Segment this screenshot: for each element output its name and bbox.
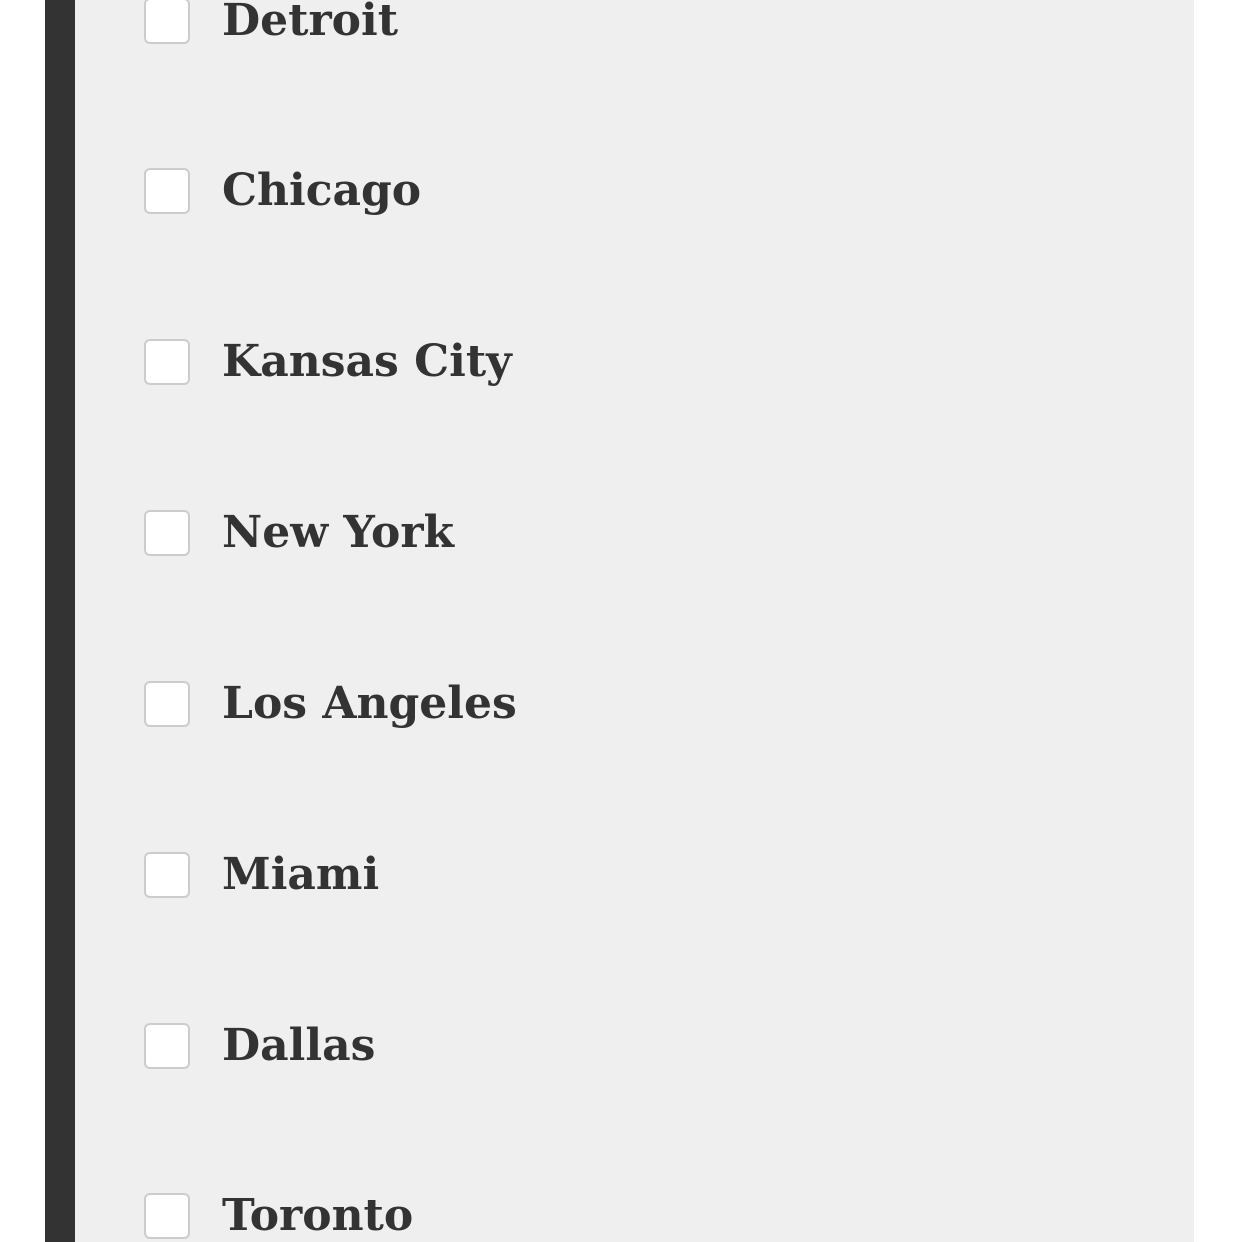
- option-chicago[interactable]: Chicago: [144, 161, 421, 221]
- option-detroit[interactable]: Detroit: [144, 0, 398, 51]
- option-label: Kansas City: [222, 336, 512, 387]
- option-label: Dallas: [222, 1020, 376, 1071]
- checkbox[interactable]: [144, 852, 190, 898]
- option-label: Chicago: [222, 165, 422, 216]
- checkbox[interactable]: [144, 510, 190, 556]
- option-label: Toronto: [222, 1190, 414, 1241]
- option-label: New York: [222, 507, 455, 558]
- checkbox[interactable]: [144, 1193, 190, 1239]
- option-label: Detroit: [222, 0, 399, 46]
- option-dallas[interactable]: Dallas: [144, 1016, 375, 1076]
- option-label: Los Angeles: [222, 678, 517, 729]
- option-kansas-city[interactable]: Kansas City: [144, 332, 512, 392]
- option-toronto[interactable]: Toronto: [144, 1186, 413, 1242]
- option-label: Miami: [222, 849, 380, 900]
- checkbox[interactable]: [144, 339, 190, 385]
- checkbox[interactable]: [144, 0, 190, 44]
- option-miami[interactable]: Miami: [144, 845, 379, 905]
- city-option-list: Detroit Chicago Kansas City New York Los…: [45, 0, 1194, 1242]
- city-filter-panel: Detroit Chicago Kansas City New York Los…: [45, 0, 1194, 1242]
- checkbox[interactable]: [144, 1023, 190, 1069]
- option-new-york[interactable]: New York: [144, 503, 454, 563]
- option-los-angeles[interactable]: Los Angeles: [144, 674, 517, 734]
- checkbox[interactable]: [144, 168, 190, 214]
- checkbox[interactable]: [144, 681, 190, 727]
